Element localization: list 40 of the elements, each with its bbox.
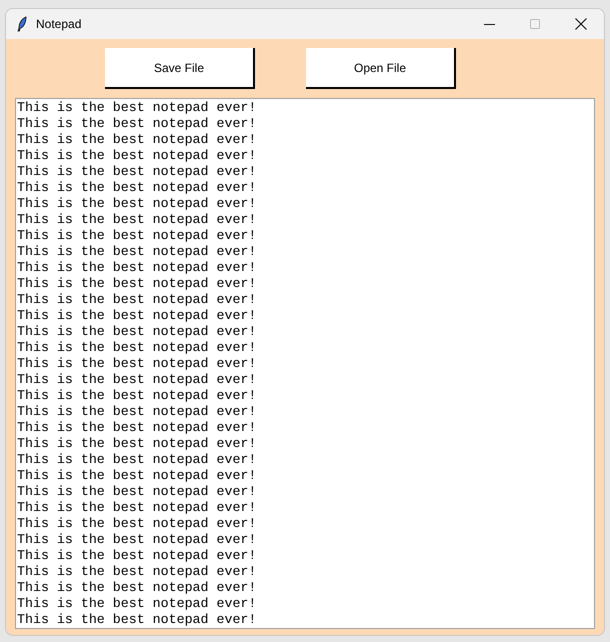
text-line: This is the best notepad ever!	[17, 276, 256, 292]
text-line: This is the best notepad ever!	[17, 356, 256, 372]
text-line: This is the best notepad ever!	[17, 564, 256, 580]
close-icon	[575, 18, 587, 30]
window-title: Notepad	[36, 16, 82, 33]
text-line: This is the best notepad ever!	[17, 500, 256, 516]
text-line: This is the best notepad ever!	[17, 100, 256, 116]
text-line: This is the best notepad ever!	[17, 612, 256, 628]
text-line: This is the best notepad ever!	[17, 292, 256, 308]
text-line: This is the best notepad ever!	[17, 420, 256, 436]
text-line: This is the best notepad ever!	[17, 404, 256, 420]
text-line: This is the best notepad ever!	[17, 516, 256, 532]
text-line: This is the best notepad ever!	[17, 548, 256, 564]
file-button[interactable]: Open File	[306, 48, 456, 89]
text-line: This is the best notepad ever!	[17, 148, 256, 164]
file-button[interactable]: Save File	[105, 48, 255, 89]
text-area[interactable]	[15, 98, 595, 629]
text-line: This is the best notepad ever!	[17, 452, 256, 468]
feather-icon	[16, 16, 28, 32]
text-line: This is the best notepad ever!	[17, 580, 256, 596]
text-line: This is the best notepad ever!	[17, 532, 256, 548]
text-line: This is the best notepad ever!	[17, 324, 256, 340]
text-line: This is the best notepad ever!	[17, 228, 256, 244]
text-line: This is the best notepad ever!	[17, 468, 256, 484]
text-line: This is the best notepad ever!	[17, 180, 256, 196]
text-line: This is the best notepad ever!	[17, 436, 256, 452]
text-line: This is the best notepad ever!	[17, 260, 256, 276]
text-line: This is the best notepad ever!	[17, 116, 256, 132]
text-line: This is the best notepad ever!	[17, 212, 256, 228]
text-line: This is the best notepad ever!	[17, 340, 256, 356]
text-line: This is the best notepad ever!	[17, 596, 256, 612]
text-line: This is the best notepad ever!	[17, 164, 256, 180]
text-line: This is the best notepad ever!	[17, 132, 256, 148]
text-line: This is the best notepad ever!	[17, 388, 256, 404]
text-line: This is the best notepad ever!	[17, 196, 256, 212]
text-line: This is the best notepad ever!	[17, 308, 256, 324]
text-line: This is the best notepad ever!	[17, 372, 256, 388]
text-line: This is the best notepad ever!	[17, 244, 256, 260]
maximize-icon	[530, 19, 540, 29]
text-line: This is the best notepad ever!	[17, 484, 256, 500]
